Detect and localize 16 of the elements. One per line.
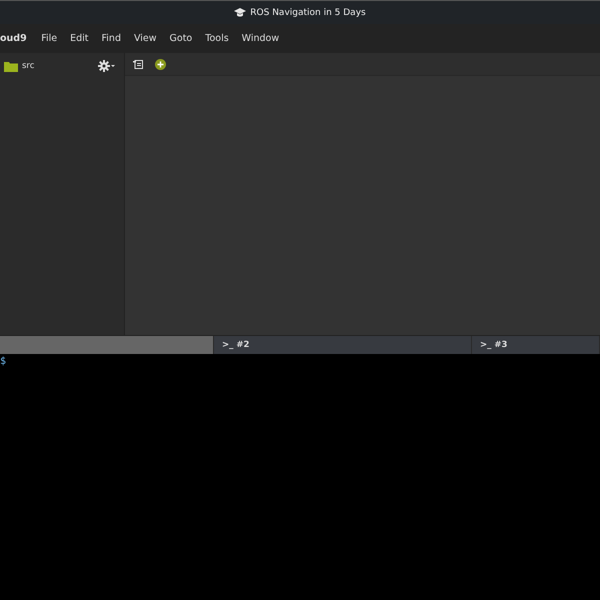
list-icon[interactable]: [133, 60, 143, 68]
menu-item[interactable]: oud9: [0, 33, 35, 44]
menu-item[interactable]: File: [34, 33, 64, 44]
window-title: ROS Navigation in 5 Days: [250, 8, 366, 18]
menu-item[interactable]: Find: [95, 33, 128, 44]
menu-item[interactable]: View: [127, 33, 164, 44]
menu-item[interactable]: Edit: [64, 33, 96, 44]
graduation-cap-icon: [234, 8, 246, 17]
menu-item[interactable]: Goto: [163, 33, 199, 44]
add-tab-icon[interactable]: [155, 58, 166, 70]
menu-item[interactable]: Tools: [198, 33, 236, 44]
menu-item[interactable]: Window: [235, 33, 286, 44]
settings-icon[interactable]: [98, 60, 115, 72]
folder-item[interactable]: src: [4, 60, 34, 72]
terminal-prompt: $: [0, 356, 6, 367]
folder-icon: [4, 60, 18, 72]
